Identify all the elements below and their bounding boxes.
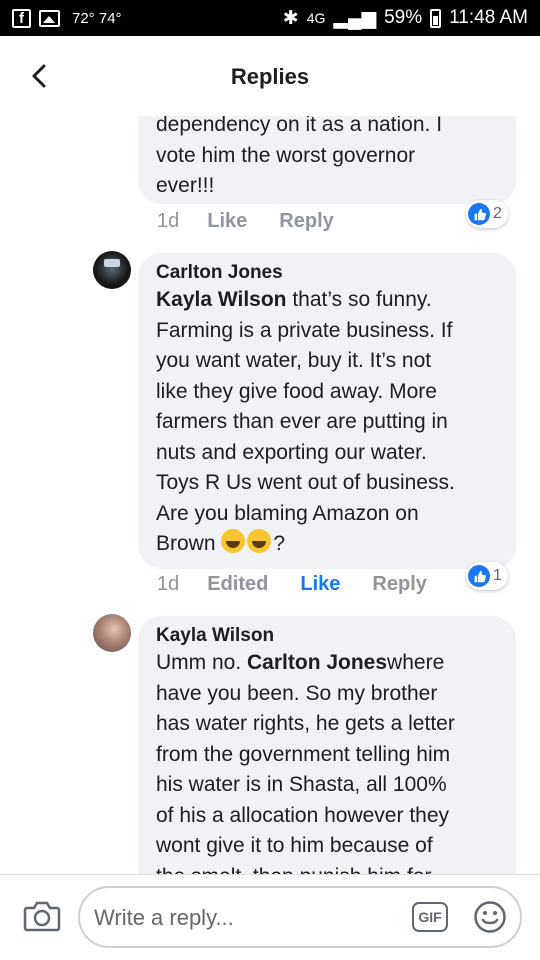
comment-actions: 1d Edited Like Reply xyxy=(157,573,459,596)
clock: 11:48 AM xyxy=(449,7,528,28)
comment-text-line: the smelt, then punish him for xyxy=(156,862,498,875)
header: Replies xyxy=(0,36,540,116)
comment-text-line: like they give food away. More xyxy=(156,379,437,403)
comment-text-line: where xyxy=(387,651,445,674)
comment-text-line: has water rights, he gets a letter xyxy=(156,712,455,735)
weather-temperature: 72° 74° xyxy=(72,9,122,27)
comment-author[interactable]: Kayla Wilson xyxy=(156,624,498,648)
reaction-count: 2 xyxy=(493,205,502,222)
like-button[interactable]: Like xyxy=(300,573,340,596)
comment-author[interactable]: Carlton Jones xyxy=(156,261,498,285)
comment-bubble: Carlton Jones Kayla Wilson that’s so fun… xyxy=(138,253,516,569)
comment-text-line: ever!!! xyxy=(156,174,215,197)
facebook-notification-icon: f xyxy=(12,8,31,28)
reply-button[interactable]: Reply xyxy=(279,210,333,233)
comment-text-line: Are you blaming Amazon on xyxy=(156,501,419,525)
comment-actions: 1d Like Reply xyxy=(157,210,366,233)
comment-timestamp: 1d xyxy=(157,573,180,595)
gif-button[interactable]: GIF xyxy=(412,902,448,932)
comment-text-line: Umm no. xyxy=(156,651,248,674)
reply-button[interactable]: Reply xyxy=(372,573,426,596)
comment-text-line: nuts and exporting our water. xyxy=(156,440,427,464)
page-title: Replies xyxy=(230,64,310,89)
comment-text-line: dependency on it as a nation. I xyxy=(156,116,443,136)
comment-text-line: have you been. So my brother xyxy=(156,681,438,705)
comment-text-line: wont give it to him because of xyxy=(156,834,433,857)
edited-label[interactable]: Edited xyxy=(207,573,268,596)
comment-text-line: Farming is a private business. If xyxy=(156,318,453,342)
reply-input[interactable]: Write a reply... GIF xyxy=(78,886,522,948)
thumbs-up-icon xyxy=(468,203,490,225)
mention-link[interactable]: Kayla Wilson xyxy=(156,288,287,311)
network-type: 4G xyxy=(306,10,326,26)
comment-text-line: his water is in Shasta, all 100% xyxy=(156,773,447,796)
comment-bubble: Kayla Wilson Umm no. Carlton Joneswhere … xyxy=(138,616,516,874)
avatar[interactable] xyxy=(93,614,131,652)
grinning-sweat-emoji-icon xyxy=(247,529,272,553)
comment-text-line: that’s so funny. xyxy=(286,288,432,311)
mention-link[interactable]: Carlton Jones xyxy=(247,651,387,674)
comment-text-line: from the government telling him xyxy=(156,742,451,766)
status-bar: f 72° 74° ✱ 4G ▂▄▆ 59% 11:48 AM xyxy=(0,0,540,36)
bluetooth-icon: ✱ xyxy=(282,7,299,29)
comment-bubble: dependency on it as a nation. I vote him… xyxy=(138,116,516,204)
comment-text-line: ? xyxy=(273,532,286,555)
battery-icon xyxy=(430,8,442,28)
replies-thread[interactable]: dependency on it as a nation. I vote him… xyxy=(0,116,540,874)
comment-text-line: Toys R Us went out of business. xyxy=(156,471,455,494)
like-button[interactable]: Like xyxy=(207,210,247,233)
rolling-laughing-emoji-icon xyxy=(221,529,246,553)
comment-text-line: farmers than ever are putting in xyxy=(156,410,448,433)
emoji-icon[interactable] xyxy=(473,900,507,934)
thumbs-up-icon xyxy=(468,565,490,587)
avatar[interactable] xyxy=(93,251,131,289)
reply-input-placeholder: Write a reply... xyxy=(94,905,234,930)
reaction-summary[interactable]: 2 xyxy=(466,200,508,228)
comment-text-line: you want water, buy it. It’s not xyxy=(156,349,432,372)
comment-timestamp: 1d xyxy=(157,210,180,232)
reply-composer: Write a reply... GIF xyxy=(0,874,540,960)
comment-text-line: Brown xyxy=(156,532,222,555)
reaction-count: 1 xyxy=(493,567,502,584)
gallery-notification-icon xyxy=(39,9,60,27)
reaction-summary[interactable]: 1 xyxy=(466,562,508,590)
comment-text-line: of his a allocation however they xyxy=(156,803,450,827)
comment-text-line: vote him the worst governor xyxy=(156,143,416,167)
battery-percent: 59% xyxy=(384,7,423,28)
signal-icon: ▂▄▆ xyxy=(333,7,377,29)
camera-icon[interactable] xyxy=(23,899,61,933)
